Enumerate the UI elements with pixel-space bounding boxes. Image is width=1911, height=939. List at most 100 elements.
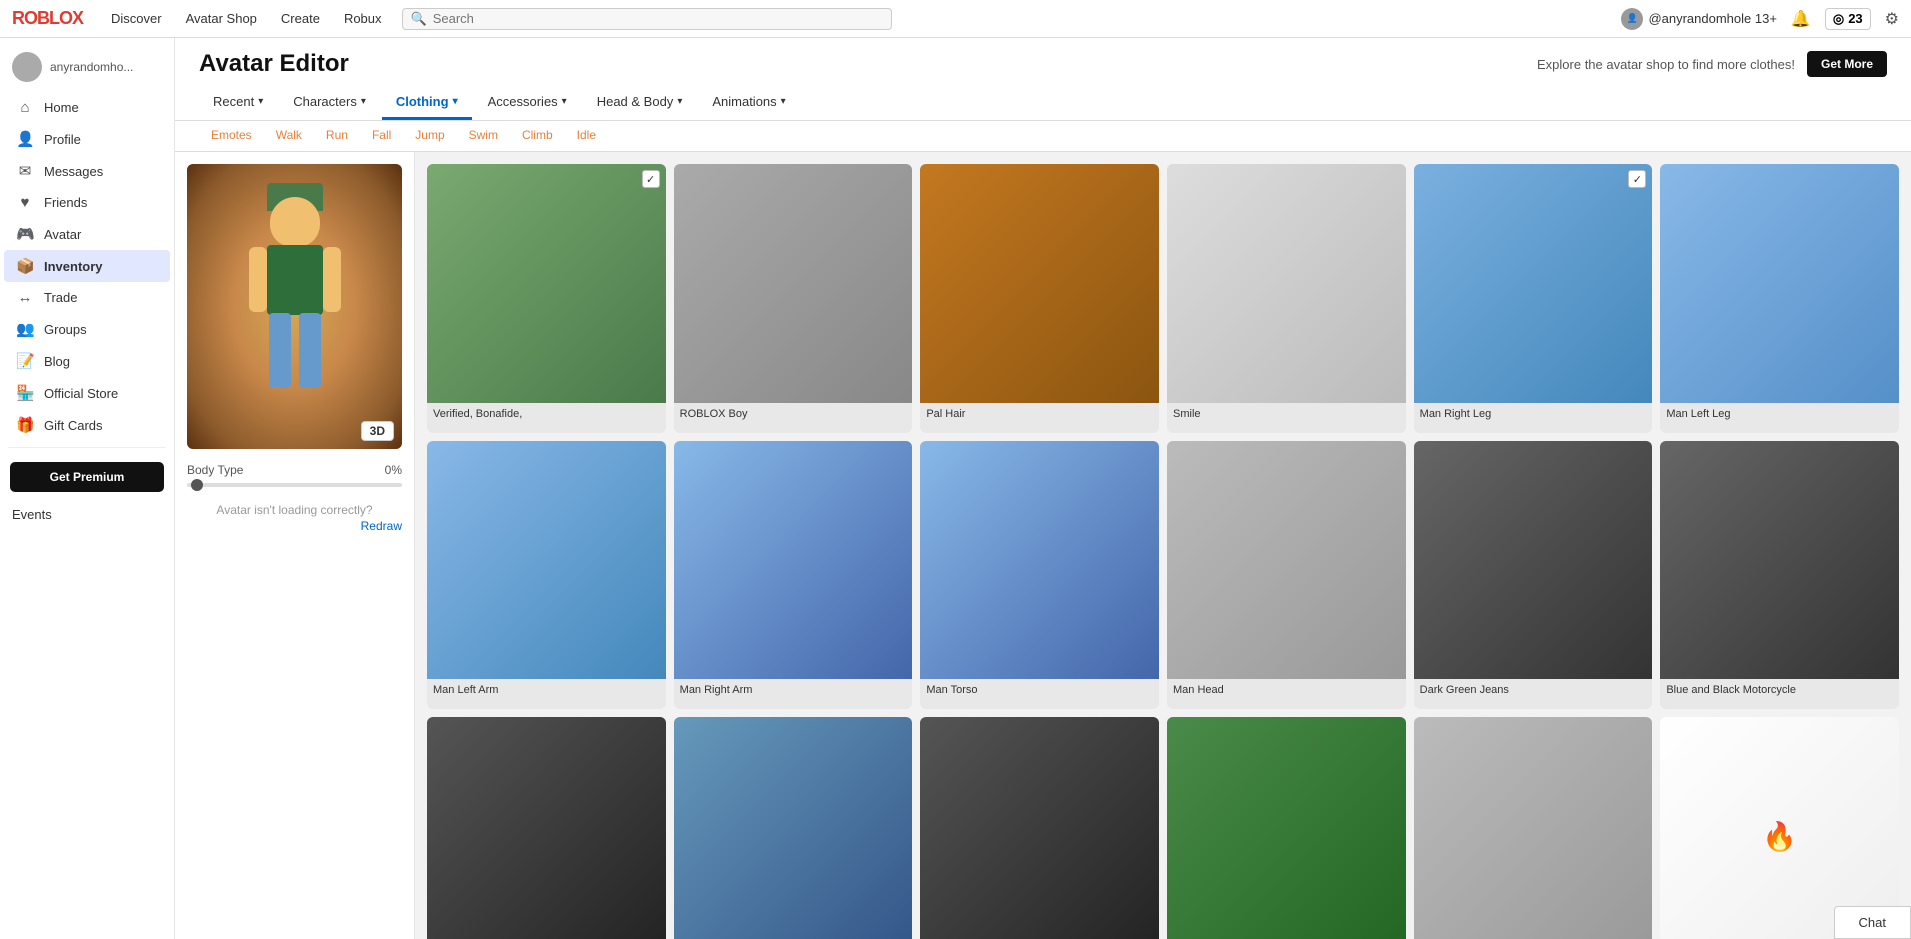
item-label-9: Man Torso xyxy=(920,679,1159,709)
subtab-jump[interactable]: Jump xyxy=(403,121,456,151)
item-thumb-12 xyxy=(1660,441,1899,680)
sidebar-home-label: Home xyxy=(44,100,79,115)
tab-clothing[interactable]: Clothing ▾ xyxy=(382,86,472,120)
user-info[interactable]: 👤 @anyrandomhole 13+ xyxy=(1621,8,1776,30)
item-thumb-11 xyxy=(1414,441,1653,680)
item-card-14[interactable]: Jean Shorts with White xyxy=(674,717,913,939)
search-input[interactable] xyxy=(433,11,883,26)
chat-button[interactable]: Chat xyxy=(1834,906,1911,939)
item-card-15[interactable]: Guitar Tee with Black xyxy=(920,717,1159,939)
item-label-3: Pal Hair xyxy=(920,403,1159,433)
roblox-logo: ROBLOX xyxy=(12,7,83,30)
item-thumb-17 xyxy=(1414,717,1653,939)
tab-animations[interactable]: Animations ▾ xyxy=(698,86,799,120)
body-type-text: Body Type xyxy=(187,463,243,477)
avatar-icon: 🎮 xyxy=(16,225,34,243)
sidebar-item-avatar[interactable]: 🎮 Avatar xyxy=(4,218,170,250)
sidebar-item-friends[interactable]: Friends xyxy=(4,187,170,218)
avatar-preview-panel: 3D Body Type 0% Avatar isn't loading cor… xyxy=(175,152,415,939)
item-label-8: Man Right Arm xyxy=(674,679,913,709)
loading-text: Avatar isn't loading correctly? xyxy=(187,503,402,517)
subtab-climb[interactable]: Climb xyxy=(510,121,565,151)
groups-icon: 👥 xyxy=(16,320,34,338)
main-layout: anyrandomho... Home Profile Messages Fri… xyxy=(0,38,1911,939)
notifications-icon[interactable]: 🔔 xyxy=(1791,9,1811,29)
nav-avatar-shop[interactable]: Avatar Shop xyxy=(186,11,257,26)
get-more-button[interactable]: Get More xyxy=(1807,51,1887,77)
sidebar-avatar-label: Avatar xyxy=(44,227,81,242)
sidebar-messages-label: Messages xyxy=(44,164,103,179)
search-icon xyxy=(411,11,427,27)
gift-icon: 🎁 xyxy=(16,416,34,434)
item-card-12[interactable]: Blue and Black Motorcycle xyxy=(1660,441,1899,710)
item-card-3[interactable]: Pal Hair xyxy=(920,164,1159,433)
item-card-5[interactable]: ✓ Man Right Leg xyxy=(1414,164,1653,433)
item-card-1[interactable]: ✓ Verified, Bonafide, xyxy=(427,164,666,433)
blog-icon: 📝 xyxy=(16,352,34,370)
robux-badge[interactable]: ◎ 23 xyxy=(1825,8,1871,30)
subtab-fall[interactable]: Fall xyxy=(360,121,403,151)
sidebar-item-profile[interactable]: Profile xyxy=(4,123,170,155)
settings-icon[interactable]: ⚙ xyxy=(1885,9,1899,29)
avatar-model xyxy=(235,197,355,417)
item-card-8[interactable]: Man Right Arm xyxy=(674,441,913,710)
item-card-11[interactable]: Dark Green Jeans xyxy=(1414,441,1653,710)
tabs-row: Recent ▾ Characters ▾ Clothing ▾ Accesso… xyxy=(199,86,1887,120)
search-bar[interactable] xyxy=(402,8,892,30)
sidebar-item-groups[interactable]: 👥 Groups xyxy=(4,313,170,345)
tab-recent[interactable]: Recent ▾ xyxy=(199,86,277,120)
nav-robux[interactable]: Robux xyxy=(344,11,382,26)
item-card-7[interactable]: Man Left Arm xyxy=(427,441,666,710)
sidebar-item-gift-cards[interactable]: 🎁 Gift Cards xyxy=(4,409,170,441)
sidebar-user[interactable]: anyrandomho... xyxy=(0,46,174,92)
sidebar-item-official-store[interactable]: 🏪 Official Store xyxy=(4,377,170,409)
check-badge-5: ✓ xyxy=(1628,170,1646,188)
item-label-5: Man Right Leg xyxy=(1414,403,1653,433)
item-card-4[interactable]: Smile xyxy=(1167,164,1406,433)
robux-count: 23 xyxy=(1848,11,1862,26)
inventory-icon: 📦 xyxy=(16,257,34,275)
body-type-value: 0% xyxy=(385,463,402,477)
get-premium-button[interactable]: Get Premium xyxy=(10,462,164,492)
item-label-2: ROBLOX Boy xyxy=(674,403,913,433)
subtab-swim[interactable]: Swim xyxy=(457,121,510,151)
item-label-12: Blue and Black Motorcycle xyxy=(1660,679,1899,709)
body-type-slider[interactable] xyxy=(187,483,402,487)
subtab-idle[interactable]: Idle xyxy=(565,121,608,151)
nav-create[interactable]: Create xyxy=(281,11,320,26)
friends-icon xyxy=(16,194,34,211)
sidebar-groups-label: Groups xyxy=(44,322,87,337)
subtab-walk[interactable]: Walk xyxy=(264,121,314,151)
view-3d-label[interactable]: 3D xyxy=(361,421,394,441)
trade-icon: ↔ xyxy=(16,289,34,306)
tab-characters[interactable]: Characters ▾ xyxy=(279,86,380,120)
item-card-6[interactable]: Man Left Leg xyxy=(1660,164,1899,433)
item-card-9[interactable]: Man Torso xyxy=(920,441,1159,710)
item-thumb-10 xyxy=(1167,441,1406,680)
tab-accessories[interactable]: Accessories ▾ xyxy=(474,86,581,120)
item-card-10[interactable]: Man Head xyxy=(1167,441,1406,710)
item-card-17[interactable]: Blockhead xyxy=(1414,717,1653,939)
sidebar-item-trade[interactable]: ↔ Trade xyxy=(4,282,170,313)
subtabs-row: Emotes Walk Run Fall Jump Swim Climb Idl… xyxy=(175,121,1911,152)
sidebar-item-blog[interactable]: 📝 Blog xyxy=(4,345,170,377)
sidebar-blog-label: Blog xyxy=(44,354,70,369)
tab-head-body[interactable]: Head & Body ▾ xyxy=(583,86,697,120)
sidebar-item-inventory[interactable]: 📦 Inventory xyxy=(4,250,170,282)
events-label: Events xyxy=(12,507,52,522)
sidebar-item-home[interactable]: Home xyxy=(4,92,170,123)
subtab-emotes[interactable]: Emotes xyxy=(199,121,264,151)
item-card-2[interactable]: ROBLOX Boy xyxy=(674,164,913,433)
subtab-run[interactable]: Run xyxy=(314,121,360,151)
sidebar-item-messages[interactable]: Messages xyxy=(4,155,170,187)
item-label-10: Man Head xyxy=(1167,679,1406,709)
avatar-3d-box: 3D xyxy=(187,164,402,449)
clothing-chevron: ▾ xyxy=(453,96,458,107)
sidebar: anyrandomho... Home Profile Messages Fri… xyxy=(0,38,175,939)
sidebar-item-events[interactable]: Events xyxy=(0,500,174,529)
item-card-13[interactable]: Black Jeans with Sneakers xyxy=(427,717,666,939)
redraw-link[interactable]: Redraw xyxy=(187,519,402,533)
nav-discover[interactable]: Discover xyxy=(111,11,162,26)
accessories-chevron: ▾ xyxy=(562,96,567,107)
item-card-16[interactable]: Green Jersey xyxy=(1167,717,1406,939)
